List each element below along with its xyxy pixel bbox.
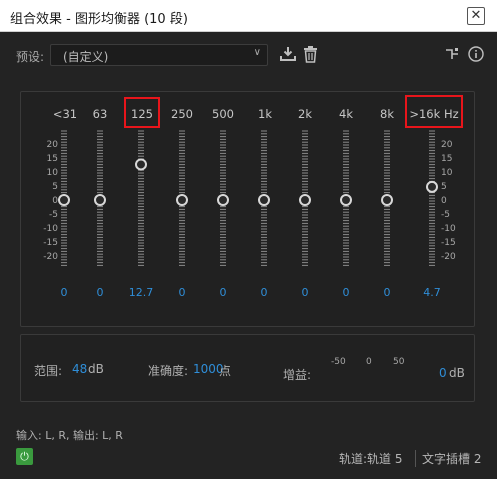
band-value-2k: 0: [301, 286, 309, 299]
eq-slider-1k[interactable]: [258, 130, 270, 266]
band-value-16k: 4.7: [423, 286, 441, 299]
band-value-125: 12.7: [128, 286, 154, 299]
eq-slider->16k Hz[interactable]: [426, 130, 438, 266]
power-icon[interactable]: ⏻: [16, 448, 33, 465]
accuracy-unit: 点: [219, 364, 232, 378]
band-value-4k: 0: [342, 286, 350, 299]
eq-slider-thumb[interactable]: [217, 194, 229, 206]
band-value-31: 0: [60, 286, 68, 299]
band-value-63: 0: [96, 286, 104, 299]
eq-slider-thumb[interactable]: [176, 194, 188, 206]
eq-slider-125[interactable]: [135, 130, 147, 266]
gain-label: 增益:: [283, 368, 312, 382]
track-info: 轨道:轨道 5: [339, 452, 403, 466]
eq-slider-thumb[interactable]: [426, 180, 438, 193]
io-info: 输入: L, R, 输出: L, R: [16, 429, 123, 442]
band-value-8k: 0: [383, 286, 391, 299]
slot-info: 文字插槽 2: [415, 450, 481, 467]
eq-slider-thumb[interactable]: [135, 158, 147, 171]
eq-slider-63[interactable]: [94, 130, 106, 266]
eq-slider-4k[interactable]: [340, 130, 352, 266]
accuracy-label: 准确度:: [148, 364, 189, 378]
eq-slider-thumb[interactable]: [381, 194, 393, 206]
eq-slider-<31[interactable]: [58, 130, 70, 266]
gain-value[interactable]: 0: [439, 366, 447, 380]
eq-slider-500[interactable]: [217, 130, 229, 266]
band-value-250: 0: [178, 286, 186, 299]
eq-slider-2k[interactable]: [299, 130, 311, 266]
eq-slider-thumb[interactable]: [299, 194, 311, 206]
eq-slider-thumb[interactable]: [258, 194, 270, 206]
eq-slider-8k[interactable]: [381, 130, 393, 266]
eq-slider-thumb[interactable]: [94, 194, 106, 206]
range-label: 范围:: [34, 364, 63, 378]
eq-sliders: [58, 130, 438, 382]
range-unit: dB: [88, 362, 104, 376]
eq-slider-thumb[interactable]: [340, 194, 352, 206]
range-value[interactable]: 48: [72, 362, 87, 376]
gain-unit: dB: [449, 366, 465, 380]
band-value-1k: 0: [260, 286, 268, 299]
band-value-500: 0: [219, 286, 227, 299]
eq-slider-250[interactable]: [176, 130, 188, 266]
eq-slider-thumb[interactable]: [58, 194, 70, 206]
